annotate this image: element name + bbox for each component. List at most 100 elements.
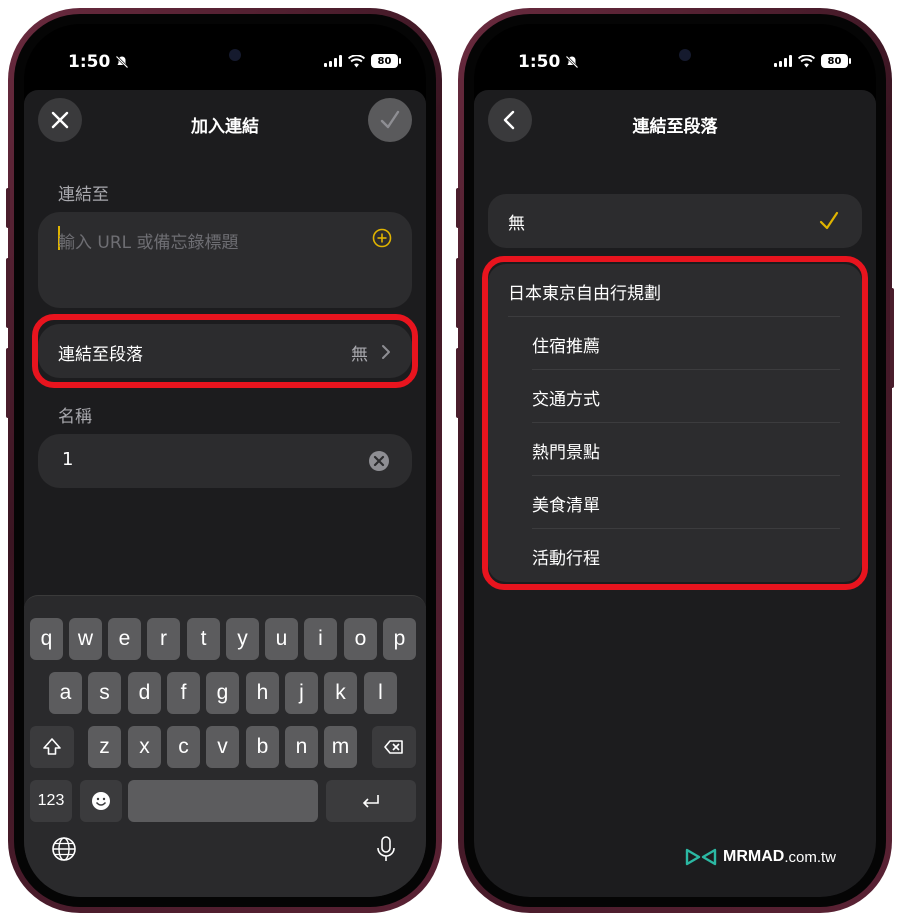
- side-button: [6, 188, 10, 228]
- emoji-key[interactable]: [80, 780, 122, 822]
- key-d[interactable]: d: [128, 672, 161, 714]
- clear-icon[interactable]: [368, 450, 390, 472]
- name-input[interactable]: 1: [38, 434, 412, 488]
- wifi-icon: [798, 54, 815, 67]
- volume-button: [456, 348, 460, 418]
- key-p[interactable]: p: [383, 618, 416, 660]
- dynamic-island: [165, 38, 285, 72]
- key-v[interactable]: v: [206, 726, 239, 768]
- silent-bell-icon: [565, 55, 579, 69]
- volume-button: [6, 348, 10, 418]
- key-z[interactable]: z: [88, 726, 121, 768]
- key-x[interactable]: x: [128, 726, 161, 768]
- status-icons: 80: [324, 54, 401, 68]
- key-m[interactable]: m: [324, 726, 357, 768]
- screen-link-to-section: 1:50 80 連結至段落 無 日本東京自由行規劃 住宿推薦 交通方式 熱門景點…: [474, 24, 876, 897]
- volume-button: [456, 258, 460, 328]
- numbers-key[interactable]: 123: [30, 780, 72, 822]
- none-option-label: 無: [508, 214, 525, 234]
- status-time: 1:50: [68, 52, 129, 72]
- keyboard-row-1: q w e r t y u i o p: [24, 618, 426, 660]
- time-text: 1:50: [518, 52, 561, 72]
- url-input[interactable]: 輸入 URL 或備忘錄標題: [38, 212, 412, 308]
- globe-icon[interactable]: [50, 835, 78, 863]
- key-y[interactable]: y: [226, 618, 259, 660]
- key-q[interactable]: q: [30, 618, 63, 660]
- keyboard-row-3: z x c v b n m: [24, 726, 426, 768]
- key-e[interactable]: e: [108, 618, 141, 660]
- status-bar: 1:50 80: [474, 24, 876, 80]
- watermark: MRMAD .com.tw: [685, 847, 836, 867]
- list-item[interactable]: 無: [488, 194, 862, 247]
- shift-icon: [43, 738, 61, 755]
- time-text: 1:50: [68, 52, 111, 72]
- key-s[interactable]: s: [88, 672, 121, 714]
- nav-bar: 連結至段落: [474, 90, 876, 150]
- key-o[interactable]: o: [344, 618, 377, 660]
- none-option-row[interactable]: 無: [488, 194, 862, 248]
- space-key[interactable]: [128, 780, 318, 822]
- volume-button: [6, 258, 10, 328]
- key-u[interactable]: u: [265, 618, 298, 660]
- url-placeholder: 輸入 URL 或備忘錄標題: [58, 233, 239, 253]
- key-r[interactable]: r: [147, 618, 180, 660]
- return-key[interactable]: [326, 780, 416, 822]
- key-c[interactable]: c: [167, 726, 200, 768]
- battery-icon: 80: [821, 54, 851, 68]
- backspace-key[interactable]: [372, 726, 416, 768]
- silent-bell-icon: [115, 55, 129, 69]
- link-to-label: 連結至: [58, 185, 109, 205]
- watermark-domain: .com.tw: [784, 848, 836, 866]
- key-b[interactable]: b: [246, 726, 279, 768]
- watermark-brand: MRMAD: [722, 848, 785, 865]
- shift-key[interactable]: [30, 726, 74, 768]
- link-to-section-sheet: 連結至段落 無 日本東京自由行規劃 住宿推薦 交通方式 熱門景點 美食清單 活動…: [474, 90, 876, 897]
- key-k[interactable]: k: [324, 672, 357, 714]
- battery-level: 80: [827, 55, 842, 67]
- status-icons: 80: [774, 54, 851, 68]
- battery-icon: 80: [371, 54, 401, 68]
- key-h[interactable]: h: [246, 672, 279, 714]
- highlight-box: [482, 256, 868, 590]
- plus-circle-icon[interactable]: [372, 228, 392, 248]
- status-bar: 1:50 80: [24, 24, 426, 80]
- bezel: 1:50 80 加入連結 連結至 輸入 URL 或備忘錄標題 連結至段落 無 名…: [14, 14, 436, 907]
- key-a[interactable]: a: [49, 672, 82, 714]
- side-button: [456, 188, 460, 228]
- return-icon: [362, 795, 379, 808]
- microphone-icon[interactable]: [372, 835, 400, 863]
- phone-left: 1:50 80 加入連結 連結至 輸入 URL 或備忘錄標題 連結至段落 無 名…: [6, 8, 442, 913]
- status-time: 1:50: [518, 52, 579, 72]
- cellular-icon: [324, 55, 342, 67]
- key-g[interactable]: g: [206, 672, 239, 714]
- camera: [679, 49, 691, 61]
- name-label: 名稱: [58, 407, 92, 427]
- wifi-icon: [348, 54, 365, 67]
- keyboard: q w e r t y u i o p a s d f g h j k l z …: [24, 595, 426, 897]
- checkmark-icon: [819, 211, 839, 230]
- checkmark-icon: [380, 110, 400, 129]
- dynamic-island: [615, 38, 735, 72]
- key-w[interactable]: w: [69, 618, 102, 660]
- keyboard-row-4: 123: [24, 780, 426, 822]
- backspace-icon: [384, 740, 403, 754]
- watermark-logo-icon: [685, 848, 717, 866]
- cellular-icon: [774, 55, 792, 67]
- nav-bar: 加入連結: [24, 90, 426, 150]
- key-j[interactable]: j: [285, 672, 318, 714]
- key-f[interactable]: f: [167, 672, 200, 714]
- key-i[interactable]: i: [304, 618, 337, 660]
- key-l[interactable]: l: [364, 672, 397, 714]
- power-button: [890, 288, 894, 388]
- camera: [229, 49, 241, 61]
- confirm-button[interactable]: [368, 98, 412, 142]
- bezel: 1:50 80 連結至段落 無 日本東京自由行規劃 住宿推薦 交通方式 熱門景點…: [464, 14, 886, 907]
- keyboard-row-2: a s d f g h j k l: [24, 672, 426, 714]
- page-title: 加入連結: [191, 117, 259, 137]
- name-value: 1: [62, 449, 74, 470]
- phone-right: 1:50 80 連結至段落 無 日本東京自由行規劃 住宿推薦 交通方式 熱門景點…: [456, 8, 894, 913]
- key-t[interactable]: t: [187, 618, 220, 660]
- screen-add-link: 1:50 80 加入連結 連結至 輸入 URL 或備忘錄標題 連結至段落 無 名…: [24, 24, 426, 897]
- emoji-icon: [92, 792, 110, 810]
- key-n[interactable]: n: [285, 726, 318, 768]
